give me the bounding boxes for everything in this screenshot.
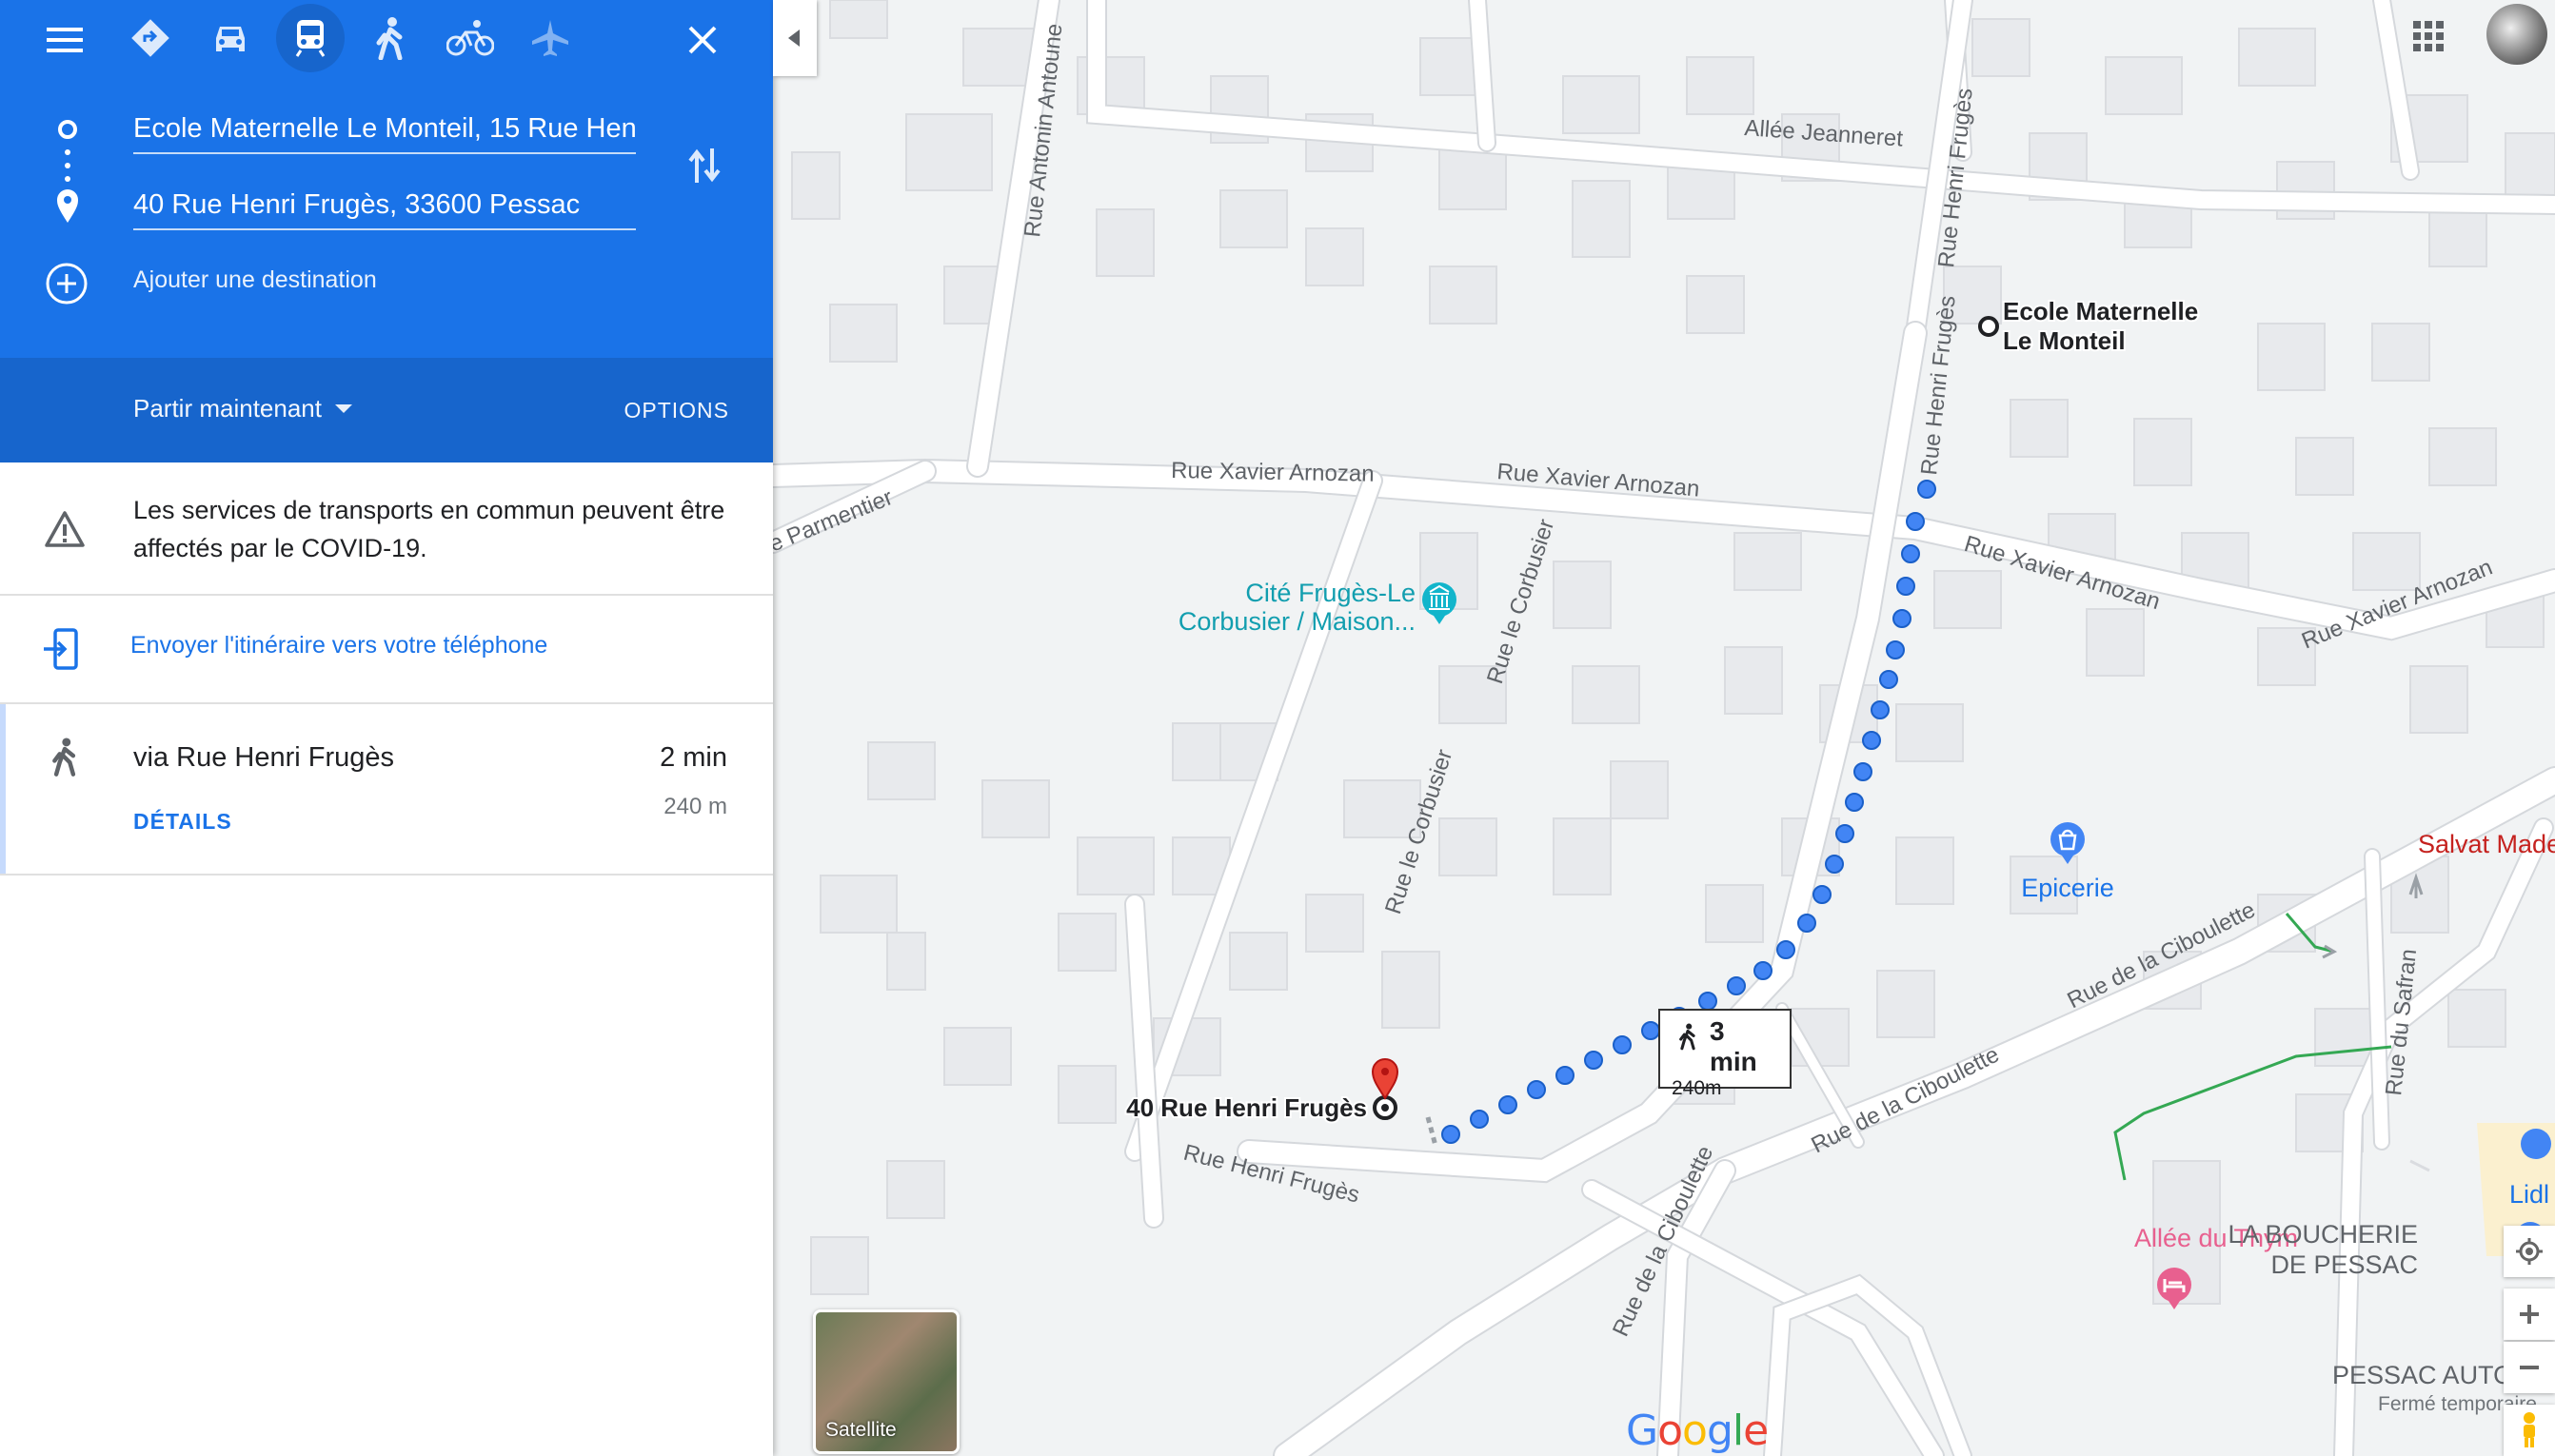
tooltip-distance: 240m xyxy=(1672,1077,1722,1099)
covid-notice: Les services de transports en commun peu… xyxy=(133,496,725,562)
close-icon xyxy=(688,26,717,54)
street-view-pegman[interactable] xyxy=(2504,1405,2555,1456)
satellite-label: Satellite xyxy=(825,1419,897,1441)
zoom-out-button[interactable] xyxy=(2504,1342,2555,1393)
mode-cycling-button[interactable] xyxy=(436,4,505,72)
chevron-left-icon xyxy=(788,30,800,47)
walking-icon xyxy=(376,17,403,60)
mode-walking-button[interactable] xyxy=(356,4,425,72)
destination-input[interactable]: 40 Rue Henri Frugès, 33600 Pessac xyxy=(133,183,636,230)
bicycle-icon xyxy=(446,20,494,56)
museum-poi-icon[interactable] xyxy=(1422,582,1456,617)
poi-label: Corbusier / Maison... xyxy=(1178,607,1416,636)
send-to-phone-link[interactable]: Envoyer l'itinéraire vers votre téléphon… xyxy=(130,632,547,659)
mode-driving-button[interactable] xyxy=(196,4,265,72)
origin-label: Le Monteil xyxy=(2003,326,2126,355)
menu-button[interactable] xyxy=(34,10,95,70)
mode-best-route-button[interactable] xyxy=(116,4,185,72)
shop-poi-icon[interactable] xyxy=(2050,822,2085,856)
send-to-phone-icon xyxy=(44,628,78,670)
route-details-link[interactable]: DÉTAILS xyxy=(133,809,232,835)
add-circle-icon xyxy=(46,263,88,305)
depart-time-dropdown[interactable]: Partir maintenant xyxy=(133,394,352,423)
poi-label: PESSAC AUTO xyxy=(2332,1361,2513,1389)
lodging-poi-icon[interactable] xyxy=(2157,1268,2191,1302)
walking-icon xyxy=(52,738,76,777)
street-label: Allée Jeanneret xyxy=(1744,115,1905,152)
directions-diamond-icon xyxy=(131,19,169,57)
directions-panel: Ecole Maternelle Le Monteil, 15 Rue Henr… xyxy=(0,0,773,1456)
car-icon xyxy=(216,27,245,51)
origin-marker-icon[interactable] xyxy=(1978,316,1999,337)
route-tooltip[interactable]: 3 min 240m xyxy=(1658,1009,1792,1099)
account-avatar[interactable] xyxy=(2486,4,2547,65)
poi-label: LA BOUCHERIE xyxy=(2228,1220,2418,1249)
poi-label: Epicerie xyxy=(2021,874,2114,902)
pegman-icon xyxy=(2524,1412,2535,1447)
street-label: e Parmentier xyxy=(773,484,897,558)
my-location-button[interactable] xyxy=(2504,1226,2555,1277)
options-button[interactable]: OPTIONS xyxy=(624,398,729,423)
map-canvas[interactable]: Rue Antonin Antoune Allée Jeanneret Rue … xyxy=(773,0,2555,1456)
swap-button[interactable] xyxy=(678,139,731,192)
add-destination-button[interactable] xyxy=(42,259,91,308)
origin-label: Ecole Maternelle xyxy=(2003,297,2198,325)
plus-icon xyxy=(2520,1305,2539,1324)
mode-flights-button[interactable] xyxy=(516,4,584,72)
street-label: Rue le Corbusier xyxy=(1482,516,1559,687)
zoom-in-button[interactable] xyxy=(2504,1289,2555,1340)
poi-label: Lidl xyxy=(2509,1180,2549,1209)
divider xyxy=(0,594,773,596)
minus-icon xyxy=(2520,1366,2539,1369)
warning-icon xyxy=(45,511,85,547)
shopping-cart-poi-icon[interactable] xyxy=(2521,1129,2551,1159)
close-directions-button[interactable] xyxy=(672,10,733,70)
street-label: Rue Xavier Arnozan xyxy=(1171,458,1375,487)
route-distance: 240 m xyxy=(664,794,727,819)
location-target-icon xyxy=(2516,1238,2543,1265)
poi-label: Cité Frugès-Le xyxy=(1245,579,1416,607)
poi-label: Salvat Made xyxy=(2418,830,2555,858)
mode-transit-button[interactable] xyxy=(276,4,345,72)
add-destination-label[interactable]: Ajouter une destination xyxy=(133,266,377,294)
apps-grid-icon[interactable] xyxy=(2413,21,2444,51)
route-stops-icon xyxy=(57,120,78,223)
dropdown-arrow-icon xyxy=(334,403,352,413)
google-logo: Google xyxy=(1626,1407,1769,1455)
collapse-panel-button[interactable] xyxy=(773,0,817,76)
route-name: via Rue Henri Frugès xyxy=(133,742,394,773)
route-duration: 2 min xyxy=(660,742,727,773)
poi-label: DE PESSAC xyxy=(2270,1250,2418,1279)
destination-label: 40 Rue Henri Frugès xyxy=(1126,1093,1367,1122)
depart-time-label: Partir maintenant xyxy=(133,394,322,423)
train-icon xyxy=(295,20,326,57)
tooltip-time: 3 min xyxy=(1710,1016,1757,1076)
walking-icon xyxy=(1679,1023,1695,1051)
origin-input[interactable]: Ecole Maternelle Le Monteil, 15 Rue Henr… xyxy=(133,107,636,154)
menu-icon xyxy=(47,28,83,52)
satellite-layer-toggle[interactable]: Satellite xyxy=(813,1309,960,1454)
red-pin-icon[interactable] xyxy=(1371,1058,1399,1100)
directions-header: Ecole Maternelle Le Monteil, 15 Rue Henr… xyxy=(0,0,773,358)
divider xyxy=(0,874,773,876)
airplane-icon xyxy=(532,20,568,56)
swap-arrows-icon xyxy=(688,148,721,183)
route-option[interactable] xyxy=(6,704,773,874)
